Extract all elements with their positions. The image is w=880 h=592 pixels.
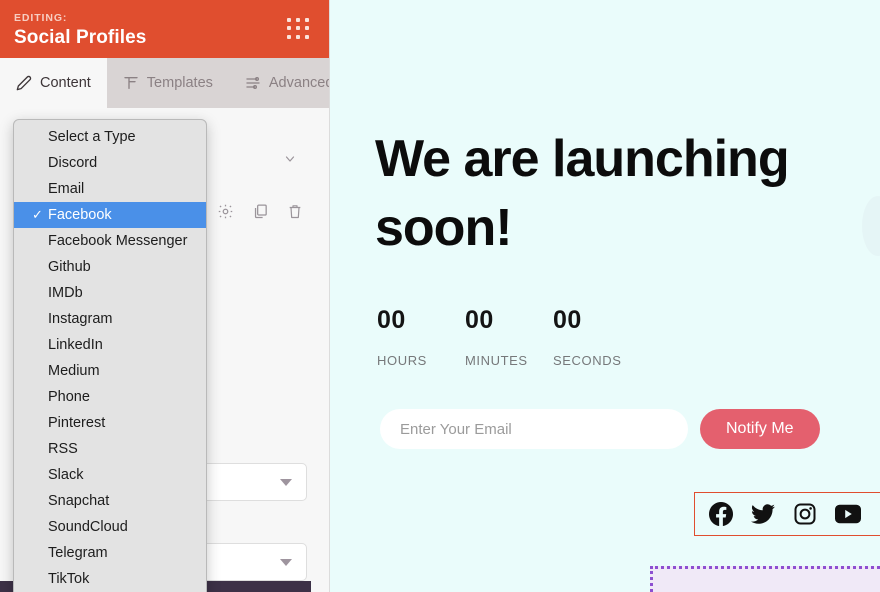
caret-down-icon [280, 559, 292, 566]
footer-dotted-edge [650, 566, 654, 592]
editing-title: Social Profiles [14, 27, 147, 48]
dropdown-item[interactable]: IMDb [14, 280, 206, 306]
editor-header: EDITING: Social Profiles [0, 0, 329, 58]
dropdown-item[interactable]: Facebook [14, 202, 206, 228]
tab-templates-label: Templates [146, 75, 213, 91]
countdown-value-hours: 00 [377, 306, 406, 334]
dropdown-item[interactable]: Pinterest [14, 410, 206, 436]
twitter-icon[interactable] [751, 502, 775, 526]
countdown-value-seconds: 00 [553, 306, 582, 334]
dropdown-item[interactable]: Snapchat [14, 488, 206, 514]
countdown-label-seconds: SECONDS [553, 353, 622, 368]
countdown-label-minutes: MINUTES [465, 353, 528, 368]
dropdown-item[interactable]: SoundCloud [14, 514, 206, 540]
dropdown-item[interactable]: Phone [14, 384, 206, 410]
dropdown-item[interactable]: Facebook Messenger [14, 228, 206, 254]
countdown-cell-hours: 00 HOURS [377, 306, 465, 368]
dropdown-item[interactable]: Slack [14, 462, 206, 488]
page-title: We are launching soon! [375, 130, 790, 258]
trash-icon[interactable] [287, 203, 303, 220]
dropdown-item[interactable]: TikTok [14, 566, 206, 592]
tab-templates[interactable]: Templates [107, 58, 229, 108]
signup-form: Notify Me [380, 409, 820, 449]
youtube-icon[interactable] [835, 504, 861, 524]
grid-dots-icon[interactable] [287, 18, 311, 40]
dropdown-item[interactable]: Email [14, 176, 206, 202]
dropdown-item[interactable]: Github [14, 254, 206, 280]
editor-tabs: Content Templates Advanced [0, 58, 329, 108]
dropdown-item[interactable]: Instagram [14, 306, 206, 332]
social-network-type-select-menu[interactable]: Select a TypeDiscordEmailFacebookFaceboo… [13, 119, 207, 592]
pencil-icon [16, 75, 32, 91]
dropdown-item[interactable]: Discord [14, 150, 206, 176]
dropdown-item[interactable]: Medium [14, 358, 206, 384]
countdown-value-minutes: 00 [465, 306, 494, 334]
social-profiles-block[interactable] [694, 492, 880, 536]
app-root: EDITING: Social Profiles Content Templat… [0, 0, 880, 592]
dropdown-item[interactable]: RSS [14, 436, 206, 462]
instagram-icon[interactable] [793, 502, 817, 526]
tab-advanced-label: Advanced [268, 75, 330, 91]
countdown-label-hours: HOURS [377, 353, 427, 368]
facebook-icon[interactable] [709, 502, 733, 526]
chevron-down-icon[interactable] [281, 152, 299, 170]
tab-content[interactable]: Content [0, 58, 107, 108]
tab-advanced[interactable]: Advanced [229, 58, 330, 108]
editing-kicker: EDITING: [14, 12, 68, 24]
template-icon [123, 75, 139, 91]
notify-me-button[interactable]: Notify Me [700, 409, 820, 449]
email-field[interactable] [380, 409, 688, 449]
dropdown-item[interactable]: LinkedIn [14, 332, 206, 358]
sliders-icon [245, 75, 261, 91]
countdown-cell-minutes: 00 MINUTES [465, 306, 553, 368]
copy-icon[interactable] [252, 203, 269, 220]
caret-down-icon [280, 479, 292, 486]
footer-section[interactable] [650, 566, 880, 592]
countdown-timer: 00 HOURS 00 MINUTES 00 SECONDS [377, 306, 641, 368]
preview-canvas: ❮ We are launching soon! 00 HOURS 00 MIN… [330, 0, 880, 592]
tab-content-label: Content [40, 75, 91, 91]
dropdown-item[interactable]: Telegram [14, 540, 206, 566]
row-action-icons [217, 203, 303, 220]
dropdown-item[interactable]: Select a Type [14, 124, 206, 150]
countdown-cell-seconds: 00 SECONDS [553, 306, 641, 368]
gear-icon[interactable] [217, 203, 234, 220]
